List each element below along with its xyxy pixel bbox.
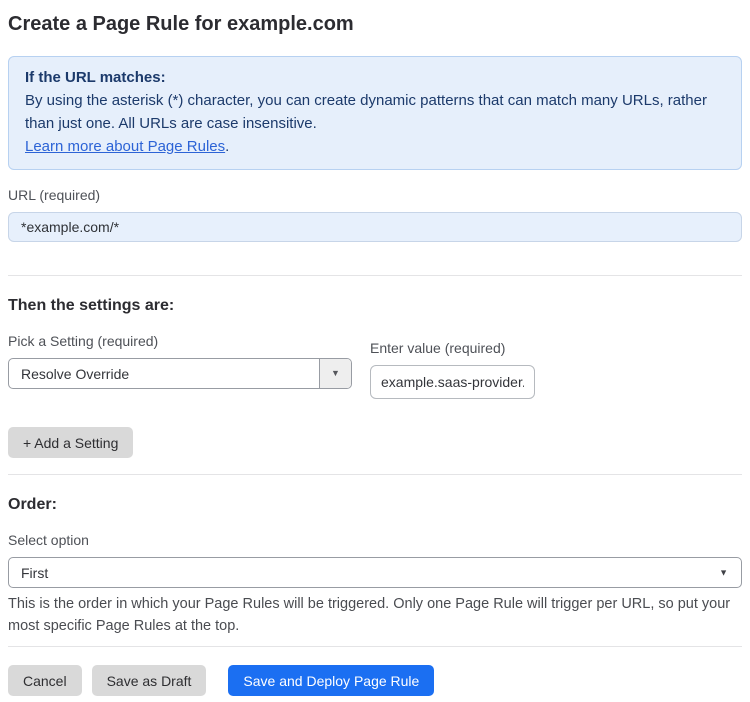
- order-select-value: First: [21, 564, 49, 581]
- learn-more-link[interactable]: Learn more about Page Rules: [25, 138, 225, 155]
- order-select[interactable]: First ▼: [8, 557, 742, 588]
- settings-section-heading: Then the settings are:: [8, 297, 175, 314]
- setting-select-value: Resolve Override: [21, 365, 130, 382]
- divider: [8, 646, 742, 647]
- settings-row: Pick a Setting (required) Resolve Overri…: [8, 316, 742, 399]
- url-input[interactable]: [8, 212, 742, 242]
- save-and-deploy-button[interactable]: Save and Deploy Page Rule: [228, 665, 435, 696]
- info-box-body: By using the asterisk (*) character, you…: [25, 92, 707, 132]
- order-section-heading: Order:: [8, 496, 57, 513]
- add-setting-button[interactable]: + Add a Setting: [8, 427, 134, 458]
- divider: [8, 474, 742, 475]
- info-box-link-line: Learn more about Page Rules.: [25, 135, 725, 158]
- setting-picker-column: Pick a Setting (required) Resolve Overri…: [8, 316, 352, 399]
- order-select-label: Select option: [8, 532, 89, 548]
- info-box-heading: If the URL matches:: [25, 69, 166, 86]
- order-help-text: This is the order in which your Page Rul…: [8, 596, 731, 634]
- chevron-down-icon: ▼: [719, 567, 728, 577]
- setting-value-column: Enter value (required): [370, 316, 535, 399]
- page-title: Create a Page Rule for example.com: [8, 13, 354, 35]
- setting-value-input[interactable]: [370, 365, 535, 399]
- value-field-label: Enter value (required): [370, 340, 506, 356]
- cancel-button[interactable]: Cancel: [8, 665, 82, 696]
- divider: [8, 275, 742, 276]
- url-match-info-box: If the URL matches: By using the asteris…: [8, 56, 742, 170]
- setting-select-arrow-button[interactable]: ▼: [319, 359, 351, 388]
- setting-select-label: Pick a Setting (required): [8, 333, 159, 349]
- save-as-draft-button[interactable]: Save as Draft: [91, 665, 207, 696]
- url-field-label: URL (required): [8, 187, 101, 203]
- page-rule-form: Create a Page Rule for example.com If th…: [0, 11, 750, 696]
- chevron-down-icon: ▼: [331, 368, 340, 378]
- setting-select[interactable]: Resolve Override ▼: [8, 358, 352, 389]
- footer-button-row: Cancel Save as Draft Save and Deploy Pag…: [8, 665, 742, 696]
- link-period: .: [225, 138, 230, 155]
